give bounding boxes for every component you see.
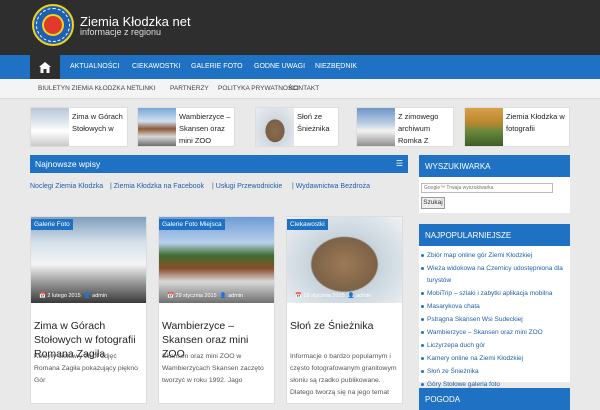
subnav-item-biuletyn[interactable]: BIULETYN ZIEMIA KŁODZKA NET	[32, 79, 146, 99]
post-category[interactable]: Galerie Foto Miejsca	[159, 219, 225, 230]
quick-links: Noclegi Ziemia Kłodzka | Ziemia Kłodzka …	[30, 183, 408, 195]
post-excerpt: Skansen oraz mini ZOO w Wambierzycach Sk…	[162, 353, 264, 384]
site-header: Ziemia Kłodzka net informacje z regionu	[0, 0, 600, 55]
featured-thumbnail[interactable]	[138, 108, 176, 146]
subnav-item-kontakt[interactable]: KONTAKT	[283, 79, 325, 99]
subnav-item-partnerzy[interactable]: PARTNERZY	[164, 79, 215, 99]
post-meta: 📅 19 stycznia 2015 👤 admin	[295, 293, 372, 299]
search-widget-title: WYSZUKIWARKA	[419, 155, 570, 177]
post-card[interactable]: Ciekawostki 📅 19 stycznia 2015 👤 admin S…	[286, 216, 403, 404]
featured-title[interactable]: Wambierzyce – Skansen oraz mini ZOO	[179, 111, 232, 147]
home-button[interactable]	[30, 55, 60, 79]
post-excerpt: Informacje o bardzo popularnym i często …	[290, 353, 397, 396]
link-uslugi[interactable]: | Usługi Przewodnickie	[212, 183, 282, 190]
popular-widget: NAJPOPULARNIEJSZE Zbiór map online gór Z…	[419, 224, 570, 388]
list-item[interactable]: Słoń ze Śnieżnika	[419, 366, 570, 378]
weather-widget-title: POGODA	[419, 388, 570, 410]
post-card[interactable]: Galerie Foto Miejsca 📅 29 stycznia 2015 …	[158, 216, 275, 404]
popular-widget-title: NAJPOPULARNIEJSZE	[419, 224, 570, 246]
nav-item-galerie-foto[interactable]: GALERIE FOTO	[181, 55, 253, 79]
post-meta: 📅 29 stycznia 2015 👤 admin	[167, 293, 244, 299]
post-author[interactable]: admin	[356, 293, 371, 299]
post-title[interactable]: Słoń ze Śnieżnika	[290, 319, 400, 333]
post-author[interactable]: admin	[92, 293, 107, 299]
weather-widget: POGODA	[419, 388, 570, 410]
featured-post[interactable]: Wambierzyce – Skansen oraz mini ZOO	[137, 107, 235, 147]
post-category[interactable]: Ciekawostki	[287, 219, 328, 230]
featured-thumbnail[interactable]	[31, 108, 69, 146]
link-noclegi[interactable]: Noclegi Ziemia Kłodzka	[30, 183, 103, 190]
latest-posts-header: Najnowsze wpisy ☰	[30, 155, 408, 173]
list-item[interactable]: Wieża widokowa na Czernicy udostępniona …	[419, 263, 570, 287]
link-wydawnictwa[interactable]: | Wydawnictwa Bezdroża	[292, 183, 370, 190]
home-icon	[39, 61, 51, 73]
link-facebook[interactable]: | Ziemia Kłodzka na Facebook	[110, 183, 204, 190]
site-logo[interactable]	[32, 4, 74, 46]
featured-title[interactable]: Zima w Górach Stołowych w	[72, 111, 125, 135]
latest-posts-title: Najnowsze wpisy	[35, 159, 101, 169]
search-input[interactable]	[421, 183, 553, 193]
logo-emblem	[42, 14, 64, 36]
popular-list: Zbiór map online gór Ziemi Kłodzkiej Wie…	[419, 250, 570, 392]
featured-title[interactable]: Słoń ze Śnieżnika	[297, 111, 336, 135]
nav-item-niezbednik[interactable]: NIEZBĘDNIK	[305, 55, 367, 79]
list-item[interactable]: Liczyrzepa duch gór	[419, 340, 570, 352]
featured-post[interactable]: Zima w Górach Stołowych w	[30, 107, 128, 147]
list-item[interactable]: Kamery online na Ziemi Kłodzkiej	[419, 353, 570, 365]
featured-title[interactable]: Ziemia Kłodzka w fotografii	[506, 111, 567, 135]
secondary-navigation: BIULETYN ZIEMIA KŁODZKA NET LINKI PARTNE…	[0, 79, 600, 99]
search-widget: WYSZUKIWARKA Szukaj	[419, 155, 570, 213]
list-item[interactable]: Pstrągna Skansen Wsi Sudeckiej	[419, 314, 570, 326]
featured-title[interactable]: Z zimowego archiwum Romka Z	[398, 111, 451, 147]
post-meta: 📅 2 lutego 2015 👤 admin	[39, 293, 108, 299]
site-description: informacje z regionu	[80, 27, 162, 37]
post-excerpt: Kolejny ciekawy zbiór zdjęć Romana Zagił…	[34, 353, 138, 384]
post-card[interactable]: Galerie Foto 📅 2 lutego 2015 👤 admin Zim…	[30, 216, 147, 404]
list-item[interactable]: Masarykova chata	[419, 301, 570, 313]
featured-post[interactable]: Słoń ze Śnieżnika	[255, 107, 339, 147]
subnav-item-linki[interactable]: LINKI	[133, 79, 161, 99]
post-date: 29 stycznia 2015	[175, 293, 217, 299]
post-date: 2 lutego 2015	[47, 293, 81, 299]
post-date: 19 stycznia 2015	[303, 293, 345, 299]
featured-thumbnail[interactable]	[357, 108, 395, 146]
featured-post[interactable]: Z zimowego archiwum Romka Z	[356, 107, 454, 147]
featured-thumbnail[interactable]	[256, 108, 294, 146]
nav-item-aktualnosci[interactable]: AKTUALNOŚCI	[60, 55, 129, 79]
list-item[interactable]: Wambierzyce – Skansen oraz mini ZOO	[419, 327, 570, 339]
list-icon[interactable]: ☰	[396, 159, 403, 168]
post-category[interactable]: Galerie Foto	[31, 219, 73, 230]
list-item[interactable]: Zbiór map online gór Ziemi Kłodzkiej	[419, 250, 570, 262]
featured-post[interactable]: Ziemia Kłodzka w fotografii	[464, 107, 570, 147]
post-author[interactable]: admin	[228, 293, 243, 299]
search-button[interactable]: Szukaj	[421, 197, 445, 209]
list-item[interactable]: MobiTrip – szlaki i zabytki aplikacja mo…	[419, 288, 570, 300]
main-navigation: AKTUALNOŚCI CIEKAWOSTKI GALERIE FOTO GOD…	[0, 55, 600, 79]
featured-thumbnail[interactable]	[465, 108, 503, 146]
